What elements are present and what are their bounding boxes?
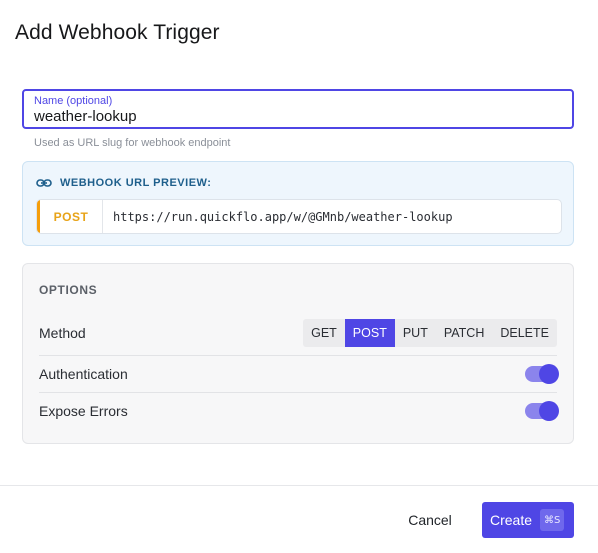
- footer-divider: [0, 485, 598, 486]
- name-helper-text: Used as URL slug for webhook endpoint: [34, 137, 231, 149]
- toggle-knob: [539, 401, 559, 421]
- cancel-button[interactable]: Cancel: [395, 504, 465, 536]
- method-patch-button[interactable]: PATCH: [436, 319, 493, 347]
- webhook-url[interactable]: https://run.quickflo.app/w/@GMnb/weather…: [113, 200, 453, 233]
- expose-errors-label: Expose Errors: [39, 403, 128, 419]
- dialog-title: Add Webhook Trigger: [15, 21, 220, 44]
- preview-header: WEBHOOK URL PREVIEW:: [36, 177, 211, 189]
- expose-errors-toggle[interactable]: [525, 401, 559, 421]
- method-put-button[interactable]: PUT: [395, 319, 436, 347]
- create-shortcut-badge: ⌘S: [540, 509, 565, 531]
- link-icon: [36, 179, 52, 187]
- preview-title: WEBHOOK URL PREVIEW:: [60, 177, 212, 189]
- method-selector: GET POST PUT PATCH DELETE: [303, 318, 557, 347]
- method-delete-button[interactable]: DELETE: [492, 319, 557, 347]
- create-button[interactable]: Create ⌘S: [482, 502, 574, 538]
- create-button-label: Create: [490, 512, 533, 528]
- name-input[interactable]: [34, 108, 554, 125]
- webhook-url-preview: WEBHOOK URL PREVIEW: POST https://run.qu…: [22, 161, 574, 246]
- add-webhook-dialog: Add Webhook Trigger Name (optional) Used…: [0, 0, 598, 553]
- url-method-badge: POST: [40, 200, 103, 233]
- expose-errors-row: Expose Errors: [39, 392, 559, 429]
- options-title: OPTIONS: [39, 283, 98, 297]
- authentication-row: Authentication: [39, 355, 559, 392]
- authentication-toggle[interactable]: [525, 364, 559, 384]
- name-field-label: Name (optional): [34, 95, 113, 107]
- authentication-label: Authentication: [39, 366, 128, 382]
- method-get-button[interactable]: GET: [303, 319, 345, 347]
- method-post-button[interactable]: POST: [344, 318, 395, 347]
- name-field[interactable]: Name (optional): [22, 89, 574, 129]
- toggle-knob: [539, 364, 559, 384]
- options-panel: OPTIONS Method GET POST PUT PATCH DELETE…: [22, 263, 574, 444]
- method-row: Method GET POST PUT PATCH DELETE: [39, 317, 557, 348]
- url-box: POST https://run.quickflo.app/w/@GMnb/we…: [36, 199, 562, 234]
- method-label: Method: [39, 324, 86, 341]
